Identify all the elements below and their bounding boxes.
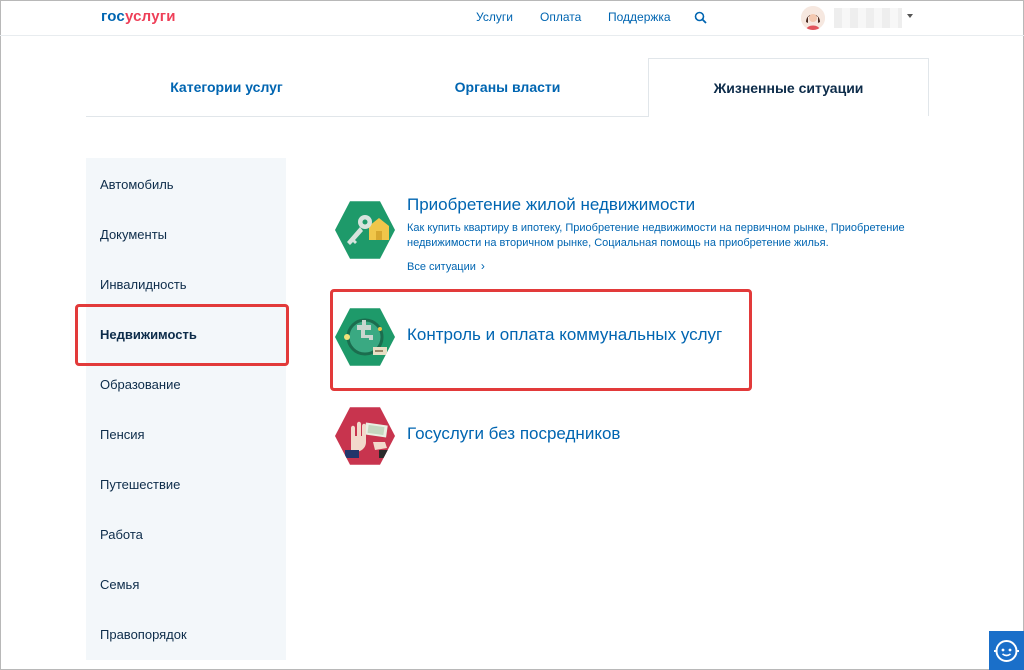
tab-categories[interactable]: Категории услуг [86, 58, 367, 116]
support-chat-button[interactable] [989, 631, 1024, 670]
sidebar-item-law-enforcement[interactable]: Правопорядок [100, 627, 187, 642]
situation-description-buy-property[interactable]: Как купить квартиру в ипотеку, Приобрете… [407, 221, 907, 251]
nav-support-link[interactable]: Поддержка [608, 10, 671, 24]
nav-payment-link[interactable]: Оплата [540, 10, 581, 24]
nav-services-link[interactable]: Услуги [476, 10, 513, 24]
sidebar-item-education[interactable]: Образование [100, 377, 181, 392]
chat-bot-icon [994, 640, 1019, 662]
sidebar-item-family[interactable]: Семья [100, 577, 139, 592]
logo-part-gos: гос [101, 8, 125, 25]
user-avatar[interactable] [801, 6, 825, 30]
situation-title-buy-property[interactable]: Приобретение жилой недвижимости [407, 195, 695, 215]
username-redacted[interactable] [834, 8, 902, 28]
top-header: госуслуги Услуги Оплата Поддержка [0, 0, 1024, 36]
sidebar-item-automobile[interactable]: Автомобиль [100, 177, 174, 192]
chevron-right-icon: › [480, 259, 485, 273]
sidebar-item-work[interactable]: Работа [100, 527, 143, 542]
sidebar-item-documents[interactable]: Документы [100, 227, 167, 242]
tabs-bar: Категории услуг Органы власти Жизненные … [86, 58, 929, 116]
tab-authorities[interactable]: Органы власти [367, 58, 648, 116]
situation-title-no-intermediaries[interactable]: Госуслуги без посредников [407, 424, 620, 444]
tab-life-situations[interactable]: Жизненные ситуации [648, 58, 929, 116]
logo-part-uslugi: услуги [124, 8, 176, 25]
category-sidebar: Автомобиль Документы Инвалидность Недвиж… [86, 158, 286, 660]
gosuslugi-logo[interactable]: госуслуги [101, 8, 176, 25]
all-situations-label: Все ситуации [407, 261, 476, 273]
tabs-divider [86, 116, 649, 117]
sidebar-item-travel[interactable]: Путешествие [100, 477, 180, 492]
all-situations-link[interactable]: Все ситуации › [407, 259, 485, 273]
user-menu-caret-icon[interactable] [907, 14, 913, 18]
sidebar-item-pension[interactable]: Пенсия [100, 427, 145, 442]
highlight-box-real-estate [75, 304, 289, 366]
situation-title-utilities[interactable]: Контроль и оплата коммунальных услуг [407, 325, 722, 345]
search-icon[interactable] [694, 11, 708, 25]
sidebar-item-disability[interactable]: Инвалидность [100, 277, 187, 292]
